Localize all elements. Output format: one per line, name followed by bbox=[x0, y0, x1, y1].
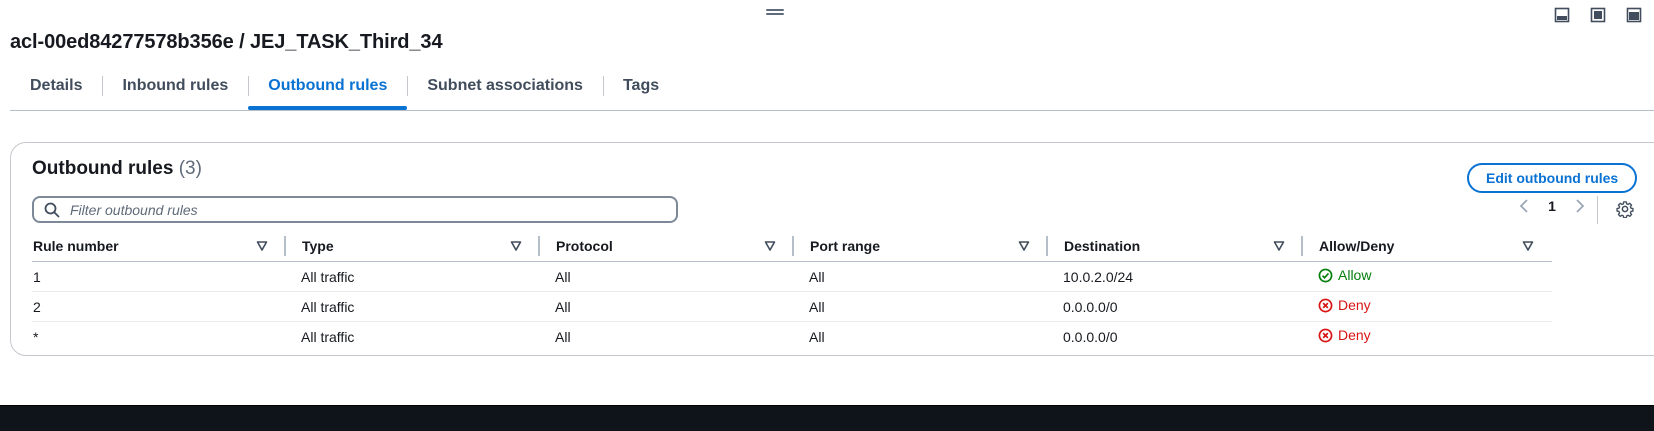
sort-caret-icon[interactable] bbox=[256, 240, 268, 252]
gear-icon[interactable] bbox=[1616, 200, 1634, 218]
status-badge: Deny bbox=[1318, 297, 1371, 313]
chevron-right-icon[interactable] bbox=[1571, 198, 1587, 214]
sort-caret-icon[interactable] bbox=[764, 240, 776, 252]
status-label: Deny bbox=[1338, 297, 1371, 314]
sort-caret-icon[interactable] bbox=[510, 240, 522, 252]
cell-type: All traffic bbox=[286, 261, 540, 292]
bottom-bar bbox=[0, 405, 1654, 431]
cell-allow-deny: Deny bbox=[1303, 322, 1552, 352]
cell-rule-number: 2 bbox=[32, 291, 286, 322]
tab-inbound-rules[interactable]: Inbound rules bbox=[102, 72, 248, 100]
status-badge: Allow bbox=[1318, 267, 1371, 283]
outbound-rules-table: Rule number Type Protocol Port range Des… bbox=[32, 231, 1552, 351]
tab-outbound-rules[interactable]: Outbound rules bbox=[248, 72, 408, 110]
column-label: Destination bbox=[1064, 238, 1141, 254]
tab-tags[interactable]: Tags bbox=[602, 72, 679, 100]
page-title: acl-00ed84277578b356e / JEJ_TASK_Third_3… bbox=[10, 31, 443, 53]
column-header-port-range[interactable]: Port range bbox=[794, 231, 1048, 262]
split-panel-controls bbox=[1554, 7, 1642, 23]
cell-type: All traffic bbox=[286, 291, 540, 322]
status-label: Allow bbox=[1338, 267, 1372, 284]
panel-fullscreen-icon[interactable] bbox=[1626, 7, 1642, 23]
status-label: Deny bbox=[1338, 327, 1371, 344]
tab-list: Details Inbound rules Outbound rules Sub… bbox=[10, 72, 1654, 111]
status-badge: Deny bbox=[1318, 327, 1371, 343]
outbound-rules-panel: Outbound rules (3) Edit outbound rules 1… bbox=[10, 142, 1654, 356]
panel-title-text: Outbound rules bbox=[32, 158, 174, 179]
search-icon bbox=[44, 202, 60, 217]
cell-port-range: All bbox=[794, 261, 1048, 292]
x-circle-icon bbox=[1318, 328, 1333, 343]
table-header-row: Rule number Type Protocol Port range Des… bbox=[32, 231, 1552, 262]
panel-side-icon[interactable] bbox=[1590, 7, 1606, 23]
pager-divider bbox=[1597, 196, 1598, 224]
filter-input[interactable] bbox=[68, 200, 676, 219]
column-header-destination[interactable]: Destination bbox=[1048, 231, 1303, 262]
drag-handle-icon[interactable] bbox=[766, 9, 784, 15]
page-number[interactable]: 1 bbox=[1545, 198, 1559, 214]
table-row[interactable]: 2 All traffic All All 0.0.0.0/0 Deny bbox=[32, 291, 1552, 322]
edit-outbound-rules-button[interactable]: Edit outbound rules bbox=[1467, 163, 1638, 193]
rule-count: (3) bbox=[178, 158, 202, 179]
cell-rule-number: * bbox=[33, 328, 39, 345]
column-label: Rule number bbox=[33, 238, 119, 254]
cell-allow-deny: Deny bbox=[1303, 291, 1552, 322]
cell-protocol: All bbox=[555, 328, 571, 345]
cell-destination: 10.0.2.0/24 bbox=[1048, 261, 1303, 292]
panel-bottom-icon[interactable] bbox=[1554, 7, 1570, 23]
column-header-rule-number[interactable]: Rule number bbox=[32, 231, 286, 262]
x-circle-icon bbox=[1318, 298, 1333, 313]
column-label: Allow/Deny bbox=[1319, 238, 1395, 254]
chevron-left-icon[interactable] bbox=[1517, 198, 1533, 214]
sort-caret-icon[interactable] bbox=[1273, 240, 1285, 252]
column-header-protocol[interactable]: Protocol bbox=[540, 231, 794, 262]
cell-rule-number: 1 bbox=[32, 261, 286, 292]
cell-protocol: All bbox=[540, 291, 794, 322]
panel-title: Outbound rules (3) bbox=[32, 158, 202, 180]
cell-port-range: All bbox=[809, 328, 825, 345]
cell-destination: 0.0.0.0/0 bbox=[1048, 291, 1303, 322]
column-header-allow-deny[interactable]: Allow/Deny bbox=[1303, 231, 1552, 262]
filter-box bbox=[32, 196, 678, 223]
cell-allow-deny: Allow bbox=[1303, 261, 1552, 292]
sort-caret-icon[interactable] bbox=[1018, 240, 1030, 252]
cell-port-range: All bbox=[794, 291, 1048, 322]
tab-subnet-associations[interactable]: Subnet associations bbox=[407, 72, 603, 100]
cell-type: All traffic bbox=[301, 328, 355, 345]
cell-protocol: All bbox=[540, 261, 794, 292]
tab-details[interactable]: Details bbox=[10, 72, 102, 100]
column-label: Type bbox=[302, 238, 334, 254]
cell-destination: 0.0.0.0/0 bbox=[1063, 328, 1118, 345]
check-circle-icon bbox=[1318, 268, 1333, 283]
pagination: 1 bbox=[1517, 198, 1587, 214]
sort-caret-icon[interactable] bbox=[1522, 240, 1534, 252]
table-row[interactable]: * All traffic All All 0.0.0.0/0 Deny bbox=[32, 322, 1552, 352]
column-header-type[interactable]: Type bbox=[286, 231, 540, 262]
table-row[interactable]: 1 All traffic All All 10.0.2.0/24 Allow bbox=[32, 261, 1552, 292]
column-label: Port range bbox=[810, 238, 881, 254]
column-label: Protocol bbox=[556, 238, 613, 254]
